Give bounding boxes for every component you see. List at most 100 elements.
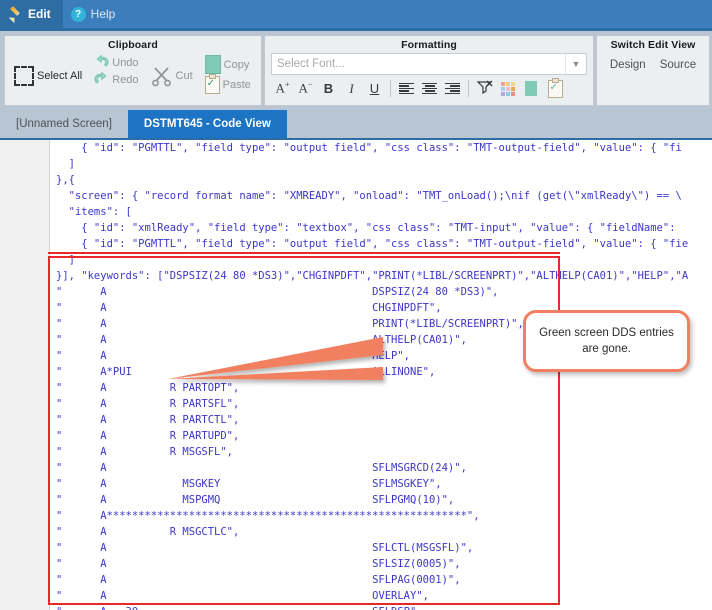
chevron-down-icon[interactable]: ▼	[565, 54, 586, 74]
code-line-text: " A R PARTUPD",	[56, 430, 240, 442]
gutter-background	[0, 140, 49, 610]
code-line-text: " A SFLMSGRCD(24)",	[56, 462, 467, 474]
redo-label: Redo	[112, 73, 139, 86]
clear-formatting-icon	[476, 80, 493, 97]
bold-button[interactable]: B	[317, 78, 340, 99]
clear-formatting-button[interactable]	[473, 78, 496, 99]
ribbon-group-switch-edit-view: Switch Edit View Design Source	[596, 35, 710, 106]
align-center-button[interactable]	[418, 78, 441, 99]
code-line[interactable]: 204" A OVERLAY",	[0, 588, 712, 604]
redo-button[interactable]: Redo	[91, 71, 141, 88]
document-tab-unnamed-screen-label: [Unnamed Screen]	[16, 118, 112, 130]
ribbon-group-formatting: Formatting Select Font... ▼ A+ A− B I U	[264, 35, 594, 106]
code-line-text: { "id": "PGMTTL", "field type": "output …	[56, 142, 682, 154]
document-tab-strip: [Unnamed Screen] DSTMT645 - Code View	[0, 110, 712, 138]
copy-icon	[204, 55, 221, 74]
align-left-icon	[399, 82, 414, 95]
code-line-text: " A R MSGSFL",	[56, 446, 234, 458]
fill-color-button[interactable]	[519, 78, 542, 99]
code-line-text: " A R MSGCTLC",	[56, 526, 240, 538]
paste-button[interactable]: ✓ Paste	[202, 74, 254, 95]
code-line[interactable]: 201" A SFLCTL(MSGSFL)",	[0, 540, 712, 556]
callout-text: Green screen DDS entries are gone.	[539, 327, 674, 355]
toolbar-separator-1	[390, 80, 391, 97]
select-all-button[interactable]: Select All	[11, 65, 85, 87]
code-line-text: " A*************************************…	[56, 510, 480, 522]
design-view-button[interactable]: Design	[610, 59, 646, 71]
increase-font-size-button[interactable]: A+	[271, 78, 294, 99]
code-line[interactable]: 183 ]	[0, 252, 712, 268]
ribbon: Clipboard Select All Undo Redo Cut Copy …	[0, 31, 712, 110]
code-line[interactable]: 176 { "id": "PGMTTL", "field type": "out…	[0, 140, 712, 156]
code-line[interactable]: 179 "screen": { "record format name": "X…	[0, 188, 712, 204]
underline-button[interactable]: U	[363, 78, 386, 99]
copy-label: Copy	[223, 58, 250, 71]
code-line-text: " A SFLSIZ(0005)",	[56, 558, 461, 570]
formatting-group-title: Formatting	[401, 39, 457, 51]
code-line-text: " A SFLCTL(MSGSFL)",	[56, 542, 474, 554]
code-line-text: },{	[56, 174, 75, 186]
code-line[interactable]: 197" A MSGKEY SFLMSGKEY",	[0, 476, 712, 492]
code-line[interactable]: 185" A DSPSIZ(24 80 *DS3)",	[0, 284, 712, 300]
code-line[interactable]: 180▾ "items": [	[0, 204, 712, 220]
code-line-text: { "id": "PGMTTL", "field type": "output …	[56, 238, 689, 250]
code-line[interactable]: 182 { "id": "PGMTTL", "field type": "out…	[0, 236, 712, 252]
code-line[interactable]: 193" A R PARTCTL",	[0, 412, 712, 428]
code-line[interactable]: 191" A R PARTOPT",	[0, 380, 712, 396]
code-line-text: }], "keywords": ["DSPSIZ(24 80 *DS3)","C…	[56, 270, 689, 282]
menu-tab-edit-label: Edit	[28, 7, 51, 21]
code-line[interactable]: 198" A MSPGMQ SFLPGMQ(10)",	[0, 492, 712, 508]
code-editor[interactable]: 176 { "id": "PGMTTL", "field type": "out…	[0, 140, 712, 610]
code-line[interactable]: 192" A R PARTSFL",	[0, 396, 712, 412]
question-mark-icon: ?	[70, 6, 86, 22]
code-line[interactable]: 194" A R PARTUPD",	[0, 428, 712, 444]
code-line-text: " A R PARTSFL",	[56, 398, 240, 410]
italic-button[interactable]: I	[340, 78, 363, 99]
code-line-text: " A 30 SFLDSP",	[53, 604, 712, 610]
paste-label: Paste	[222, 79, 251, 91]
code-line-text: " A MSPGMQ SFLPGMQ(10)",	[56, 494, 455, 506]
checked-clipboard-icon: ✓	[547, 77, 563, 98]
toolbar-separator-2	[468, 80, 469, 97]
code-line[interactable]: 202" A SFLSIZ(0005)",	[0, 556, 712, 572]
source-view-button[interactable]: Source	[660, 59, 696, 71]
code-line-text: " A R PARTOPT",	[56, 382, 240, 394]
code-line[interactable]: 196" A SFLMSGRCD(24)",	[0, 460, 712, 476]
align-right-icon	[445, 82, 460, 95]
code-line[interactable]: 203" A SFLPAG(0001)",	[0, 572, 712, 588]
code-line-text: " A R PARTCTL",	[56, 414, 240, 426]
code-line[interactable]: 199" A**********************************…	[0, 508, 712, 524]
menu-tab-edit[interactable]: Edit	[0, 0, 63, 28]
code-line[interactable]: 184▾}], "keywords": ["DSPSIZ(24 80 *DS3)…	[0, 268, 712, 284]
undo-button[interactable]: Undo	[91, 54, 141, 71]
code-line-text: "screen": { "record format name": "XMREA…	[56, 190, 682, 202]
code-line[interactable]: 177 ]	[0, 156, 712, 172]
pencil-icon	[8, 7, 23, 22]
switch-edit-view-group-title: Switch Edit View	[610, 39, 696, 51]
select-all-icon	[14, 66, 34, 86]
menu-tab-help[interactable]: ? Help	[63, 0, 128, 28]
cut-button[interactable]: Cut	[148, 65, 196, 88]
code-line[interactable]: 181 { "id": "xmlReady", "field type": "t…	[0, 220, 712, 236]
code-line[interactable]: 178▾},{	[0, 172, 712, 188]
font-select[interactable]: Select Font... ▼	[271, 53, 587, 75]
code-line-text: "items": [	[56, 206, 132, 218]
align-right-button[interactable]	[441, 78, 464, 99]
apply-style-button[interactable]: ✓	[542, 77, 568, 99]
copy-button[interactable]: Copy	[202, 54, 254, 75]
code-line-text: " A DSPSIZ(24 80 *DS3)",	[56, 286, 499, 298]
ribbon-group-clipboard: Clipboard Select All Undo Redo Cut Copy …	[4, 35, 262, 106]
redo-icon	[94, 72, 109, 87]
code-line[interactable]: 205" A 30 SFLDSP",	[0, 604, 712, 610]
font-select-placeholder: Select Font...	[277, 58, 345, 70]
align-center-icon	[422, 82, 437, 95]
document-tab-unnamed-screen[interactable]: [Unnamed Screen]	[0, 110, 128, 138]
code-line-text: " A OVERLAY",	[56, 590, 429, 602]
callout-bubble: Green screen DDS entries are gone.	[523, 310, 690, 372]
color-palette-button[interactable]	[496, 78, 519, 99]
code-line[interactable]: 195" A R MSGSFL",	[0, 444, 712, 460]
align-left-button[interactable]	[395, 78, 418, 99]
code-line[interactable]: 200" A R MSGCTLC",	[0, 524, 712, 540]
decrease-font-size-button[interactable]: A−	[294, 78, 317, 99]
document-tab-code-view[interactable]: DSTMT645 - Code View	[127, 110, 287, 138]
